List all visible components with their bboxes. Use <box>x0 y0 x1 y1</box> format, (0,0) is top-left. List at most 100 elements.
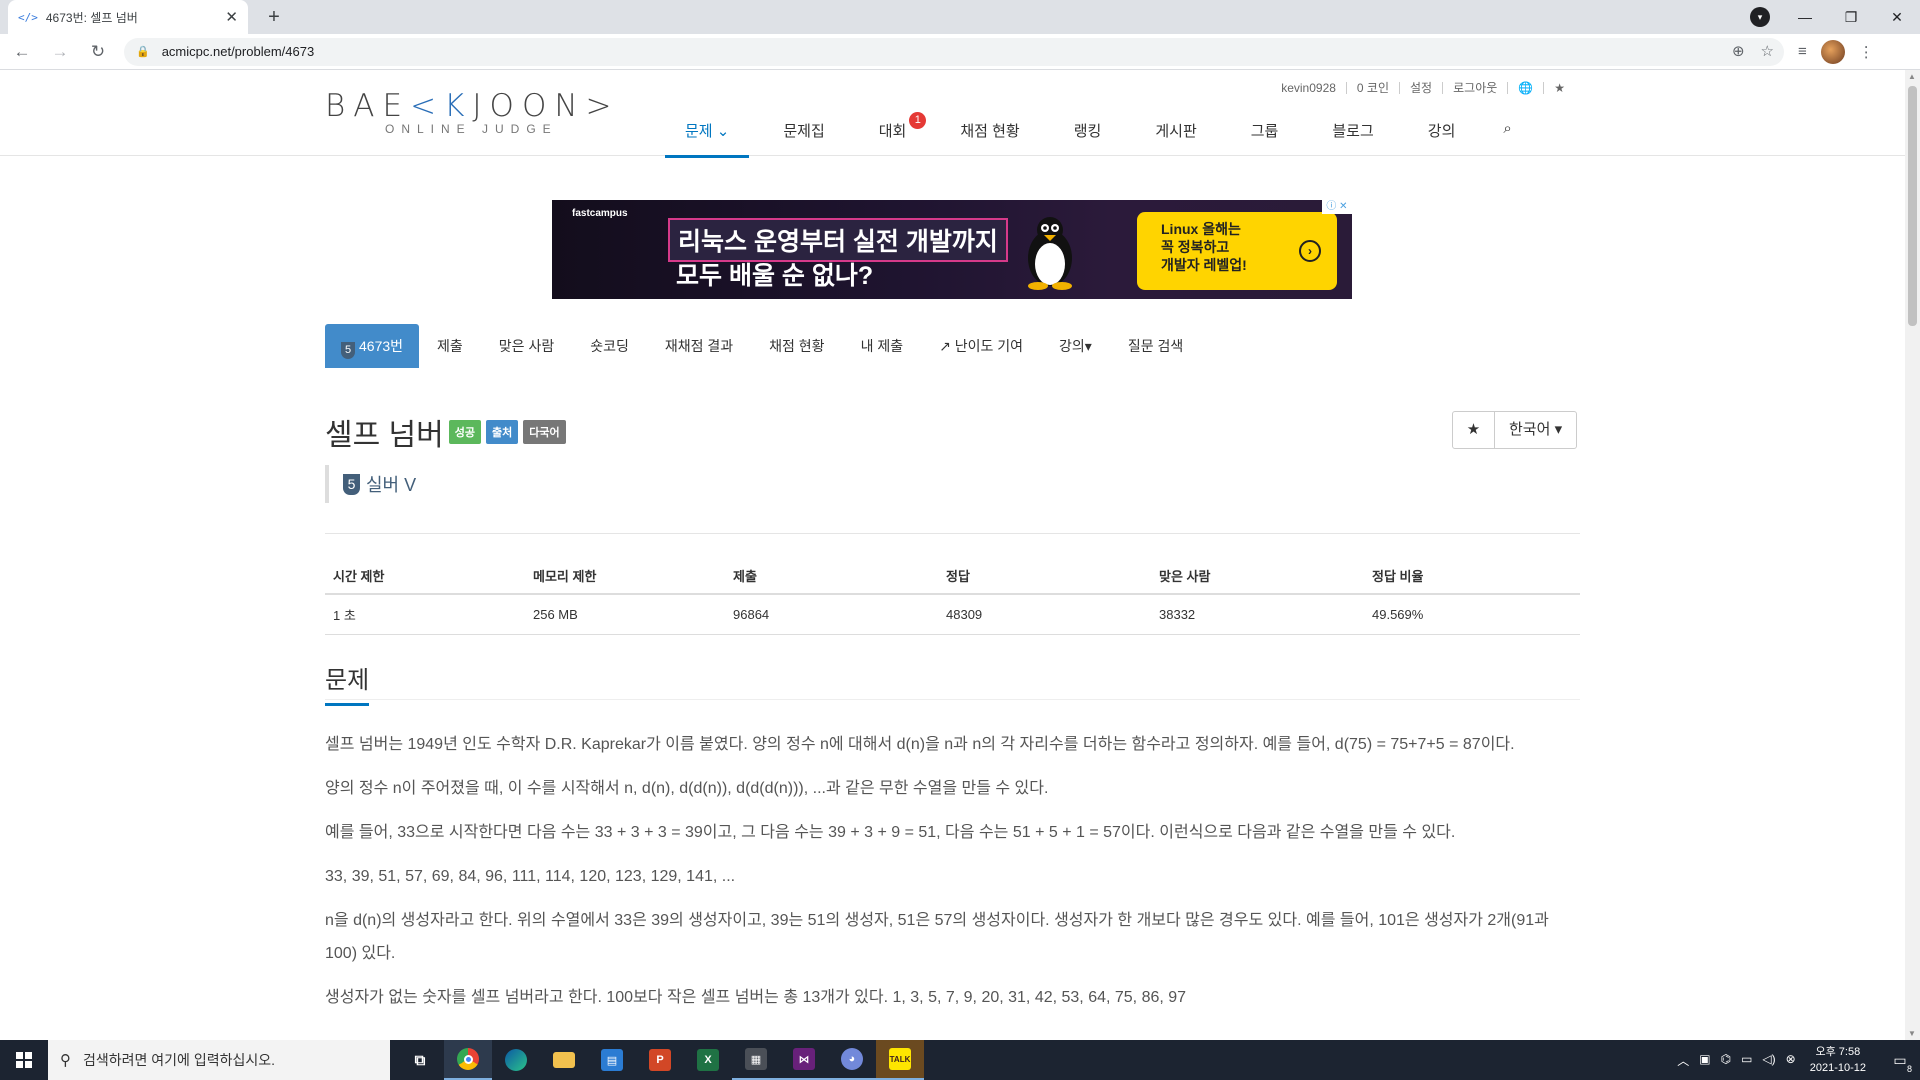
visual-studio-icon[interactable]: ⋈ <box>780 1040 828 1080</box>
nav-item-ranking[interactable]: 랭킹 <box>1054 110 1122 158</box>
tab-short-coding[interactable]: 숏코딩 <box>572 324 647 368</box>
window-close-icon[interactable]: ✕ <box>1874 9 1920 26</box>
tray-app-icon[interactable]: ▣ <box>1699 1052 1710 1069</box>
notification-center-icon[interactable]: ▭ 8 <box>1880 1052 1920 1074</box>
scroll-up-icon[interactable]: ▲ <box>1908 72 1916 81</box>
taskbar-search[interactable]: ⚲ 검색하려면 여기에 입력하십시오. <box>48 1040 390 1080</box>
user-link-settings[interactable]: 설정 <box>1400 82 1444 94</box>
network-icon[interactable]: ⌬ <box>1721 1052 1731 1069</box>
start-button[interactable] <box>0 1040 48 1080</box>
nav-item-status[interactable]: 채점 현황 <box>940 110 1039 158</box>
tab-accepted-users[interactable]: 맞은 사람 <box>481 324 572 368</box>
ad-banner[interactable]: fastcampus 리눅스 운영부터 실전 개발까지 모두 배울 순 없나? … <box>552 200 1352 299</box>
tab-lectures[interactable]: 강의▾ <box>1041 324 1110 368</box>
ad-cta-line-2: 꼭 정복하고 <box>1161 239 1230 255</box>
tab-difficulty[interactable]: ↗ 난이도 기여 <box>921 324 1041 368</box>
col-solved-users: 맞은 사람 <box>1151 558 1364 595</box>
window-controls: — ❐ ✕ <box>1782 0 1920 34</box>
favorite-star-button[interactable]: ★ <box>1453 412 1495 448</box>
calculator-app-icon[interactable]: ▦ <box>732 1040 780 1080</box>
address-bar[interactable]: 🔒 acmicpc.net/problem/4673 ⊕ ☆ <box>124 37 1784 66</box>
taskbar-clock[interactable]: 오후 7:58 2021-10-12 <box>1810 1044 1866 1076</box>
chrome-app-icon[interactable] <box>444 1040 492 1080</box>
word-app-icon[interactable]: ▤ <box>588 1040 636 1080</box>
description-paragraph: 33, 39, 51, 57, 69, 84, 96, 111, 114, 12… <box>325 868 736 885</box>
tab-rejudge[interactable]: 재채점 결과 <box>647 324 751 368</box>
file-explorer-icon[interactable] <box>540 1040 588 1080</box>
tab-search-icon[interactable]: ▾ <box>1750 7 1770 27</box>
lock-icon[interactable]: 🔒 <box>136 45 150 58</box>
user-link-logout[interactable]: 로그아웃 <box>1443 82 1509 94</box>
description-paragraph: 예를 들어, 33으로 시작한다면 다음 수는 33 + 3 + 3 = 39이… <box>325 824 1456 841</box>
zoom-icon[interactable]: ⊕ <box>1732 42 1745 60</box>
ime-icon[interactable]: ⊗ <box>1786 1052 1796 1069</box>
problem-description: 셀프 넘버는 1949년 인도 수학자 D.R. Kaprekar가 이름 붙였… <box>325 728 1580 1025</box>
bookmark-star-icon[interactable]: ☆ <box>1761 42 1774 60</box>
new-tab-button[interactable]: + <box>260 4 288 32</box>
cell-solved-users: 38332 <box>1151 594 1364 635</box>
minimize-icon[interactable]: — <box>1782 9 1828 25</box>
ad-headline-2: 모두 배울 순 없나? <box>676 262 874 290</box>
ad-cta[interactable]: Linux 올해는 꼭 정복하고 개발자 레벨업! › <box>1137 212 1337 290</box>
restore-icon[interactable]: ❐ <box>1828 9 1874 26</box>
profile-avatar[interactable] <box>1820 39 1845 64</box>
nav-item-lectures[interactable]: 강의 <box>1408 110 1476 158</box>
forward-button[interactable]: → <box>44 36 76 68</box>
edge-app-icon[interactable] <box>492 1040 540 1080</box>
cell-time-limit: 1 초 <box>325 594 525 635</box>
label-multilingual[interactable]: 다국어 <box>523 420 566 444</box>
label-source[interactable]: 출처 <box>486 420 519 444</box>
description-paragraph: n을 d(n)의 생성자라고 한다. 위의 수열에서 33은 39의 생성자이고… <box>325 912 1549 962</box>
ad-close-icon[interactable]: ⓘ ✕ <box>1322 200 1352 214</box>
task-view-button[interactable]: ⧉ <box>396 1040 444 1080</box>
close-tab-icon[interactable]: ✕ <box>225 8 238 26</box>
logo-text-2: JOON> <box>472 88 620 124</box>
browser-tabstrip: </> 4673번: 셀프 넘버 ✕ + ▾ — ❐ ✕ <box>0 0 1920 34</box>
excel-app-icon[interactable]: X <box>684 1040 732 1080</box>
tab-problem[interactable]: 5 4673번 <box>325 324 420 368</box>
tier-name[interactable]: 실버 V <box>366 471 416 497</box>
tab-question-search[interactable]: 질문 검색 <box>1110 324 1201 368</box>
tab-my-submissions[interactable]: 내 제출 <box>843 324 922 368</box>
language-dropdown[interactable]: 한국어 ▾ <box>1495 412 1576 448</box>
nav-item-blog[interactable]: 블로그 <box>1312 110 1393 158</box>
problem-subnav: 5 4673번 제출 맞은 사람 숏코딩 재채점 결과 채점 현황 내 제출 ↗ … <box>325 324 1201 368</box>
nav-item-workbooks[interactable]: 문제집 <box>763 110 844 158</box>
nav-item-board[interactable]: 게시판 <box>1135 110 1216 158</box>
ad-arrow-icon[interactable]: › <box>1299 240 1321 262</box>
col-ratio: 정답 비율 <box>1364 558 1580 595</box>
tab-submit[interactable]: 제출 <box>419 324 481 368</box>
powerpoint-app-icon[interactable]: P <box>636 1040 684 1080</box>
description-paragraph: 생성자가 없는 숫자를 셀프 넘버라고 한다. 100보다 작은 셀프 넘버는 … <box>325 989 1187 1006</box>
kakaotalk-app-icon[interactable]: TALK <box>876 1040 924 1080</box>
windows-logo-icon <box>16 1052 32 1068</box>
scroll-down-icon[interactable]: ▼ <box>1908 1029 1916 1038</box>
system-tray: ︿ ▣ ⌬ ▭ ◁) ⊗ 오후 7:58 2021-10-12 ▭ 8 <box>1677 1040 1920 1080</box>
tray-chevron-icon[interactable]: ︿ <box>1677 1052 1689 1069</box>
label-success[interactable]: 성공 <box>448 420 481 444</box>
site-logo[interactable]: BAE<KJOON> ONLINE JUDGE <box>325 88 612 136</box>
menu-kebab-icon[interactable]: ⋮ <box>1859 43 1874 61</box>
display-icon[interactable]: ▭ <box>1741 1052 1752 1069</box>
ad-cta-line-3: 개발자 레벨업! <box>1161 257 1247 273</box>
volume-icon[interactable]: ◁) <box>1762 1052 1775 1069</box>
globe-icon[interactable]: 🌐 <box>1508 82 1545 94</box>
discord-app-icon[interactable]: ◕ <box>828 1040 876 1080</box>
reload-button[interactable]: ↻ <box>82 36 114 68</box>
nav-item-problems[interactable]: 문제 ⌄ <box>665 110 750 158</box>
tab-status[interactable]: 채점 현황 <box>751 324 842 368</box>
problem-title-row: 셀프 넘버 성공 출처 다국어 <box>325 410 566 454</box>
page-scrollbar[interactable]: ▲ ▼ <box>1905 70 1920 1040</box>
search-icon: ⚲ <box>60 1052 71 1069</box>
user-link-username[interactable]: kevin0928 <box>1271 82 1347 94</box>
star-icon[interactable]: ★ <box>1544 82 1575 94</box>
reading-list-icon[interactable]: ≡ <box>1798 43 1807 60</box>
user-link-coins[interactable]: 0 코인 <box>1347 82 1401 94</box>
browser-tab[interactable]: </> 4673번: 셀프 넘버 ✕ <box>8 0 248 34</box>
scroll-thumb[interactable] <box>1908 86 1917 326</box>
nav-item-groups[interactable]: 그룹 <box>1231 110 1299 158</box>
nav-item-contests[interactable]: 대회 1 <box>859 110 927 158</box>
back-button[interactable]: ← <box>6 36 38 68</box>
taskbar-apps: ⧉ ▤ P X ▦ ⋈ ◕ TALK <box>396 1040 924 1080</box>
search-icon[interactable]: ⌕ <box>1489 110 1525 158</box>
